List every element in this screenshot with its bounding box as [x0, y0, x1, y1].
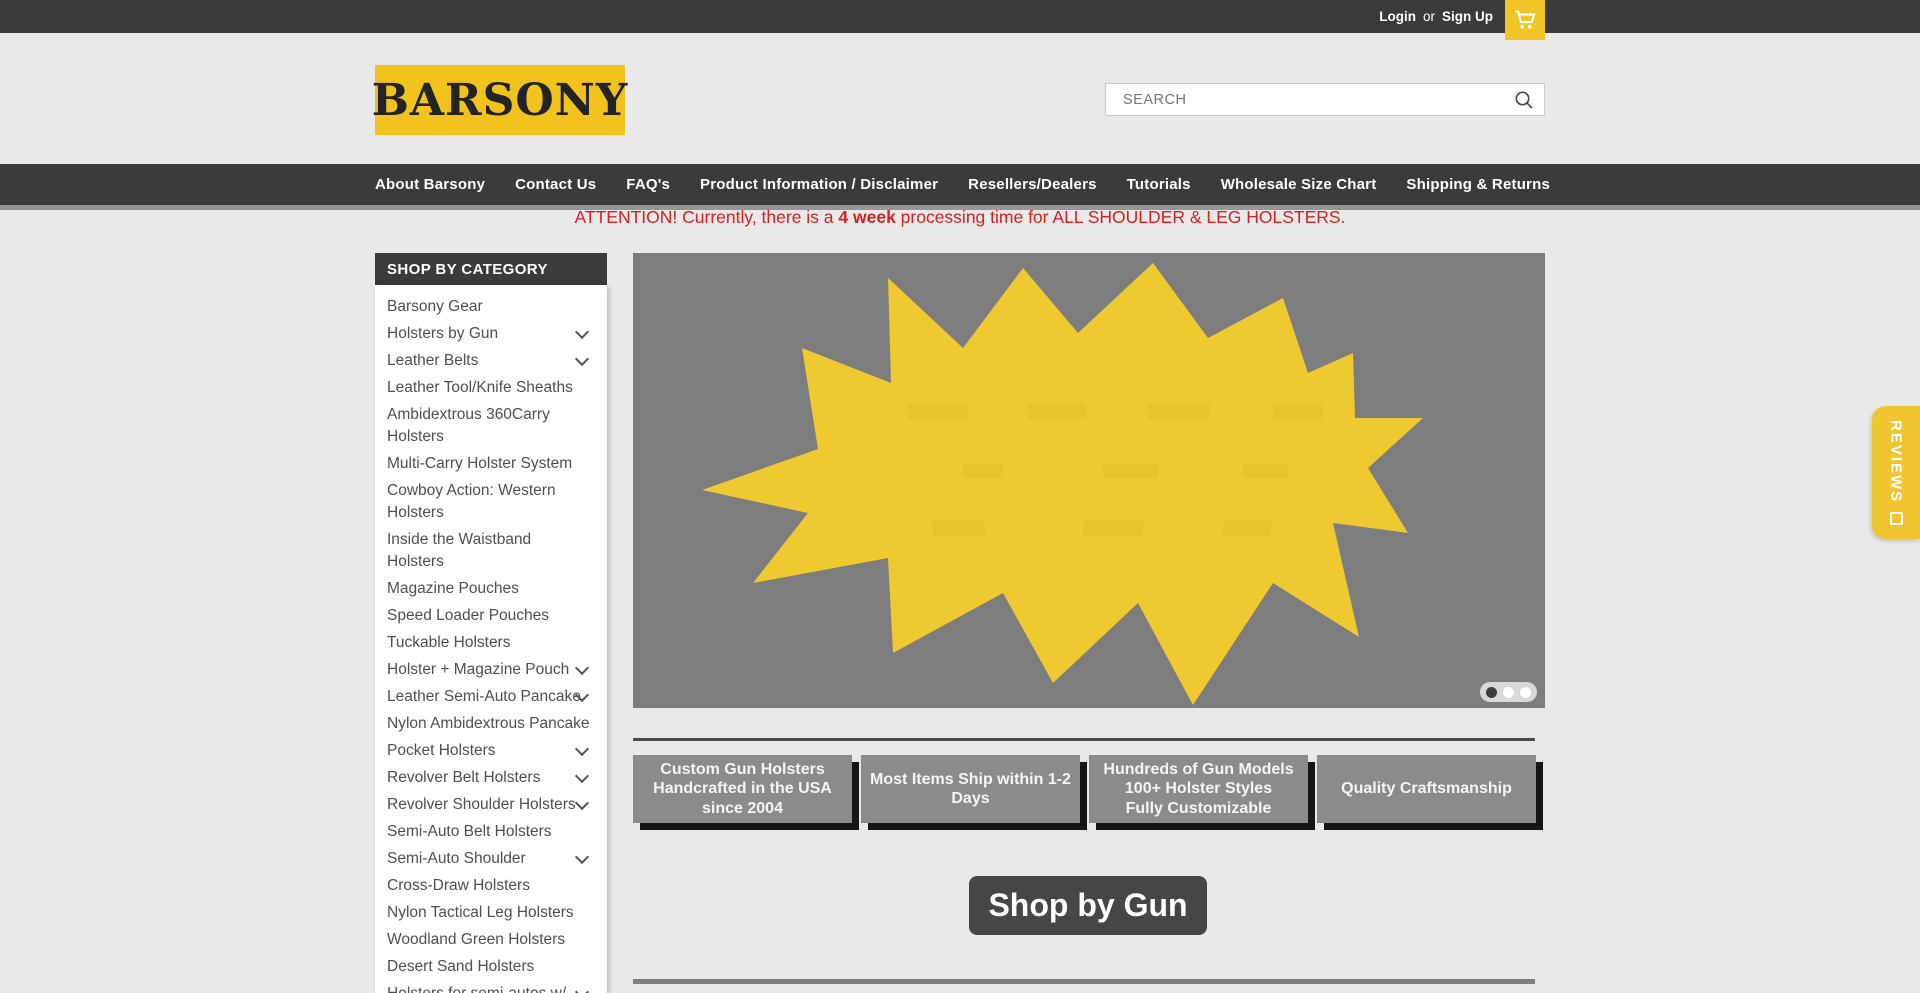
sidebar-item-tuckable-holsters[interactable]: Tuckable Holsters — [387, 629, 599, 656]
badge-gun-models: Hundreds of Gun Models 100+ Holster Styl… — [1089, 755, 1308, 823]
sidebar-item-leather-belts[interactable]: Leather Belts — [387, 347, 599, 374]
search-submit-button[interactable] — [1504, 84, 1544, 115]
carousel-dot-2[interactable] — [1503, 687, 1514, 698]
search-input[interactable] — [1106, 92, 1504, 108]
search-bar — [1105, 83, 1545, 116]
sidebar-item-semi-auto-shoulder[interactable]: Semi-Auto Shoulder — [387, 845, 599, 872]
sidebar-item-revolver-shoulder-holsters[interactable]: Revolver Shoulder Holsters — [387, 791, 599, 818]
sidebar-item-barsony-gear[interactable]: Barsony Gear — [387, 293, 599, 320]
shop-by-gun-button[interactable]: Shop by Gun — [969, 876, 1207, 935]
sidebar-item-magazine-pouches[interactable]: Magazine Pouches — [387, 575, 599, 602]
chevron-down-icon — [575, 796, 589, 810]
chevron-down-icon — [575, 352, 589, 366]
carousel-dot-3[interactable] — [1520, 687, 1531, 698]
account-links: Login or Sign Up — [1379, 0, 1493, 33]
nav-about-barsony[interactable]: About Barsony — [375, 176, 485, 193]
logo[interactable]: BARSONY — [375, 65, 625, 135]
logo-text: BARSONY — [372, 75, 629, 126]
attention-text-suffix: processing time for ALL SHOULDER & LEG H… — [896, 207, 1346, 227]
sidebar-item-semi-auto-belt-holsters[interactable]: Semi-Auto Belt Holsters — [387, 818, 599, 845]
sidebar-item-holsters-for-semi-autos[interactable]: Holsters for semi-autos w/ — [387, 980, 599, 993]
chevron-down-icon — [575, 325, 589, 339]
attention-text: ATTENTION! Currently, there is a — [575, 207, 839, 227]
sidebar-item-holster-magazine-pouch[interactable]: Holster + Magazine Pouch — [387, 656, 599, 683]
nav-resellers-dealers[interactable]: Resellers/Dealers — [968, 176, 1097, 193]
category-sidebar: Barsony Gear Holsters by Gun Leather Bel… — [375, 285, 607, 993]
sidebar-item-speed-loader-pouches[interactable]: Speed Loader Pouches — [387, 602, 599, 629]
divider-bottom — [633, 979, 1535, 984]
nav-contact-us[interactable]: Contact Us — [515, 176, 596, 193]
chevron-down-icon — [575, 769, 589, 783]
hero-starburst-image — [633, 253, 1545, 708]
shop-by-category-header: SHOP BY CATEGORY — [375, 253, 607, 285]
chevron-down-icon — [575, 850, 589, 864]
sidebar-item-cowboy-action-western-holsters[interactable]: Cowboy Action: Western Holsters — [387, 477, 599, 526]
sidebar-item-nylon-tactical-leg-holsters[interactable]: Nylon Tactical Leg Holsters — [387, 899, 599, 926]
page: Login or Sign Up BARSONY About B — [0, 0, 1920, 993]
sidebar-item-desert-sand-holsters[interactable]: Desert Sand Holsters — [387, 953, 599, 980]
attention-banner: ATTENTION! Currently, there is a 4 week … — [0, 207, 1920, 228]
carousel-dot-1[interactable] — [1486, 687, 1497, 698]
shop-by-category-title: SHOP BY CATEGORY — [387, 261, 548, 278]
sidebar-item-ambidextrous-360carry-holsters[interactable]: Ambidextrous 360Carry Holsters — [387, 401, 599, 450]
carousel-dots — [1480, 682, 1537, 702]
divider-top — [633, 738, 1535, 741]
chevron-down-icon — [575, 742, 589, 756]
sidebar-item-cross-draw-holsters[interactable]: Cross-Draw Holsters — [387, 872, 599, 899]
cart-button[interactable] — [1505, 0, 1545, 40]
nav-faqs[interactable]: FAQ's — [626, 176, 670, 193]
sidebar-item-nylon-ambidextrous-pancake[interactable]: Nylon Ambidextrous Pancake — [387, 710, 599, 737]
login-link[interactable]: Login — [1379, 9, 1416, 24]
sidebar-item-revolver-belt-holsters[interactable]: Revolver Belt Holsters — [387, 764, 599, 791]
chevron-down-icon — [575, 661, 589, 675]
cart-icon — [1513, 8, 1537, 32]
reviews-icon — [1890, 512, 1903, 525]
nav-wholesale-size-chart[interactable]: Wholesale Size Chart — [1221, 176, 1377, 193]
main-nav: About Barsony Contact Us FAQ's Product I… — [0, 164, 1920, 210]
feature-badges: Custom Gun Holsters Handcrafted in the U… — [633, 755, 1545, 823]
nav-product-information[interactable]: Product Information / Disclaimer — [700, 176, 938, 193]
sidebar-item-pocket-holsters[interactable]: Pocket Holsters — [387, 737, 599, 764]
top-bar — [0, 0, 1920, 33]
nav-tutorials[interactable]: Tutorials — [1127, 176, 1191, 193]
sidebar-item-woodland-green-holsters[interactable]: Woodland Green Holsters — [387, 926, 599, 953]
sidebar-item-leather-semi-auto-pancake[interactable]: Leather Semi-Auto Pancake — [387, 683, 599, 710]
reviews-tab-label: REVIEWS — [1888, 420, 1905, 503]
or-label: or — [1423, 9, 1435, 24]
badge-custom-holsters: Custom Gun Holsters Handcrafted in the U… — [633, 755, 852, 823]
search-icon — [1513, 89, 1535, 111]
signup-link[interactable]: Sign Up — [1442, 9, 1493, 24]
reviews-tab[interactable]: REVIEWS — [1872, 406, 1920, 539]
attention-bold-text: 4 week — [838, 207, 895, 227]
sidebar-item-multi-carry-holster-system[interactable]: Multi-Carry Holster System — [387, 450, 599, 477]
badge-fast-shipping: Most Items Ship within 1-2 Days — [861, 755, 1080, 823]
chevron-down-icon — [575, 985, 589, 993]
sidebar-item-inside-the-waistband-holsters[interactable]: Inside the Waistband Holsters — [387, 526, 599, 575]
badge-quality: Quality Craftsmanship — [1317, 755, 1536, 823]
sidebar-item-leather-tool-knife-sheaths[interactable]: Leather Tool/Knife Sheaths — [387, 374, 599, 401]
sidebar-item-holsters-by-gun[interactable]: Holsters by Gun — [387, 320, 599, 347]
nav-shipping-returns[interactable]: Shipping & Returns — [1406, 176, 1550, 193]
hero-carousel[interactable] — [633, 253, 1545, 708]
